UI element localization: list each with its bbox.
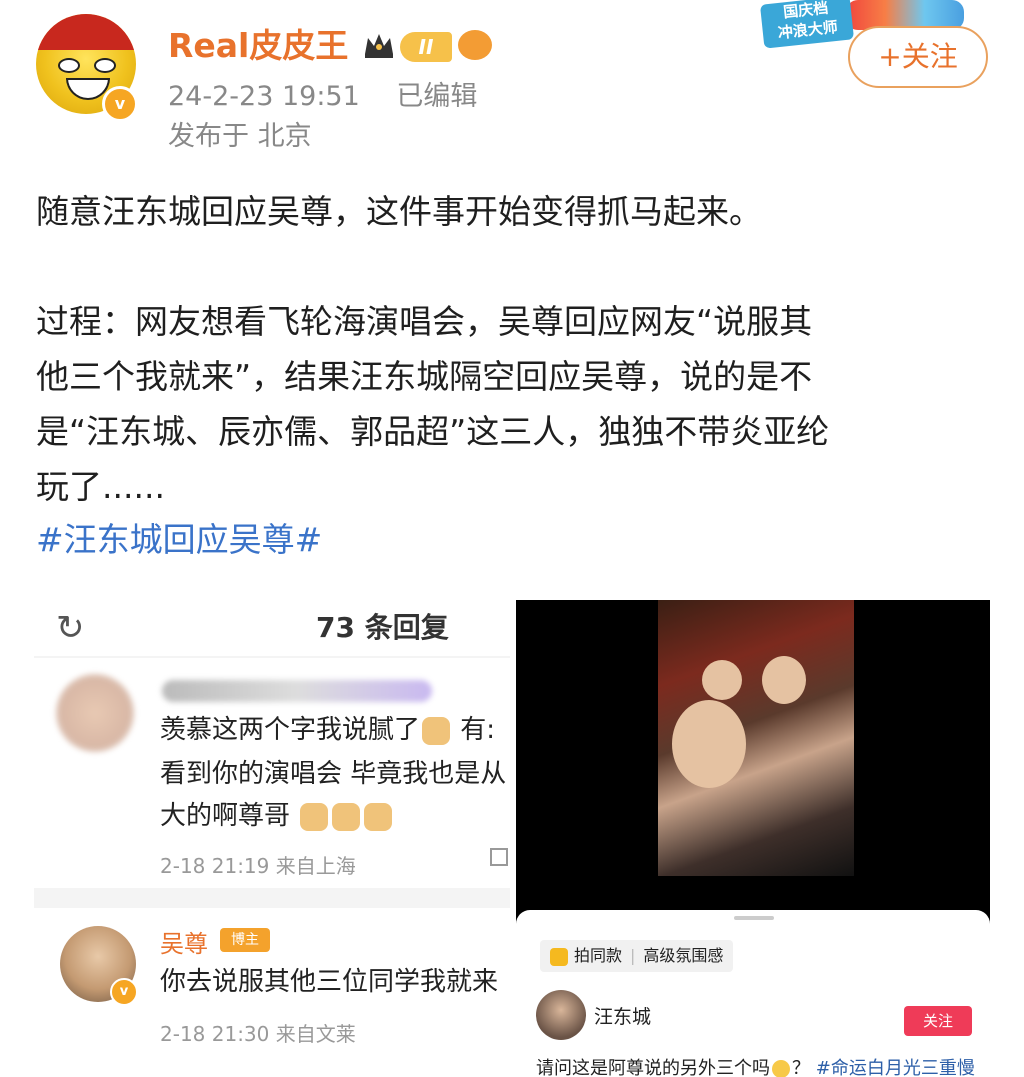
video-info-sheet: 拍同款 | 高级氛围感 汪东城 关注 请问这是阿尊说的另外三个吗 ？ #命运白月光三重…: [516, 910, 990, 1077]
comment-meta: 2-18 21:19 来自上海: [160, 854, 356, 878]
verified-icon: v: [102, 86, 138, 122]
caption-text: ？: [792, 1058, 810, 1077]
video-tag: 高级氛围感: [643, 946, 724, 965]
comment-text-tail: 有:: [460, 715, 496, 745]
comment-author[interactable]: 吴尊: [160, 924, 208, 959]
post-text-line: 过程：网友想看飞轮海演唱会，吴尊回应网友“说服其: [36, 302, 813, 341]
video-tag: 拍同款: [574, 946, 623, 965]
level-badge: II: [400, 32, 452, 62]
author-badge: 博主: [220, 928, 270, 952]
refresh-icon: ↻: [56, 608, 85, 648]
username[interactable]: Real皮皮王: [168, 24, 348, 68]
reply-count: 73 条回复: [316, 611, 449, 644]
promo-badge-text: 国庆档 冲浪大师: [777, 0, 839, 43]
person-face: [672, 700, 746, 788]
verified-icon: v: [110, 978, 138, 1006]
comment-text-line: 羡慕这两个字我说腻了: [160, 715, 421, 745]
caption-hashtag[interactable]: #命运白月光三重慢: [816, 1058, 975, 1077]
video-tags[interactable]: 拍同款 | 高级氛围感: [540, 940, 734, 972]
blurred-avatar: [56, 674, 134, 752]
caption-text: 请问这是阿尊说的另外三个吗: [536, 1058, 770, 1077]
cat-emoji-icon: [332, 802, 361, 831]
follow-button[interactable]: +关注: [848, 26, 988, 88]
comment-text-line: 大的啊尊哥: [160, 801, 291, 831]
edited-label[interactable]: 已编辑: [396, 81, 477, 112]
reply-icon[interactable]: [490, 848, 508, 868]
timestamp: 24-2-23 19:51: [168, 81, 360, 112]
location: 发布于 北京: [168, 121, 312, 152]
comment-item: 羡慕这两个字我说腻了 有: 看到你的演唱会 毕竟我也是从 大的啊尊哥 2-18 …: [34, 658, 510, 888]
avatar-eye-left: [58, 58, 80, 73]
comments-header: ↻ 73 条回复: [34, 596, 510, 656]
drag-handle[interactable]: [734, 916, 774, 920]
comment-text: 你去说服其他三位同学我就来: [160, 967, 499, 997]
comment-text: 羡慕这两个字我说腻了 有:: [160, 710, 495, 750]
promo-badge[interactable]: 国庆档 冲浪大师: [759, 0, 855, 49]
follow-button[interactable]: 关注: [904, 1006, 972, 1036]
crown-icon: [365, 34, 393, 58]
person-face: [702, 660, 742, 700]
comment-text: 大的啊尊哥: [160, 796, 394, 836]
post-text-line: 随意汪东城回应吴尊，这件事开始变得抓马起来。: [36, 192, 762, 231]
avatar-eye-right: [94, 58, 116, 73]
post-meta: 24-2-23 19:51 已编辑: [168, 80, 477, 114]
cat-emoji-icon: [364, 802, 393, 831]
post-text-line: 他三个我就来”，结果汪东城隔空回应吴尊，说的是不: [36, 357, 813, 396]
avatar[interactable]: [536, 990, 586, 1040]
cat-emoji-icon: [422, 716, 451, 745]
comment-text-line: 看到你的演唱会 毕竟我也是从: [160, 759, 507, 789]
blurred-username: [162, 680, 432, 702]
cat-emoji-icon: [300, 802, 329, 831]
avatar-hat: [36, 14, 136, 50]
video-author[interactable]: 汪东城: [594, 1002, 651, 1029]
comment-meta: 2-18 21:30 来自文莱: [160, 1022, 356, 1046]
post-text-line: 是“汪东城、辰亦儒、郭品超”这三人，独独不带炎亚纶: [36, 412, 830, 451]
lightning-icon: [550, 947, 568, 966]
comment-screenshot[interactable]: ↻ 73 条回复 羡慕这两个字我说腻了 有: 看到你的演唱会 毕竟我也是从 大的…: [34, 596, 510, 1077]
video-caption: 请问这是阿尊说的另外三个吗 ？ #命运白月光三重慢: [536, 1054, 975, 1077]
comment-item: v 吴尊 博主 你去说服其他三位同学我就来 2-18 21:30 来自文莱: [34, 908, 510, 1077]
video-screenshot[interactable]: 拍同款 | 高级氛围感 汪东城 关注 请问这是阿尊说的另外三个吗 ？ #命运白月光三重…: [516, 600, 990, 1077]
person-face: [762, 656, 806, 704]
post-text-line: 玩了......: [36, 467, 165, 506]
fish-icon: [458, 30, 492, 60]
video-frame[interactable]: [658, 600, 854, 876]
hashtag-link[interactable]: #汪东城回应吴尊#: [36, 512, 322, 567]
smiley-emoji-icon: [772, 1060, 790, 1077]
